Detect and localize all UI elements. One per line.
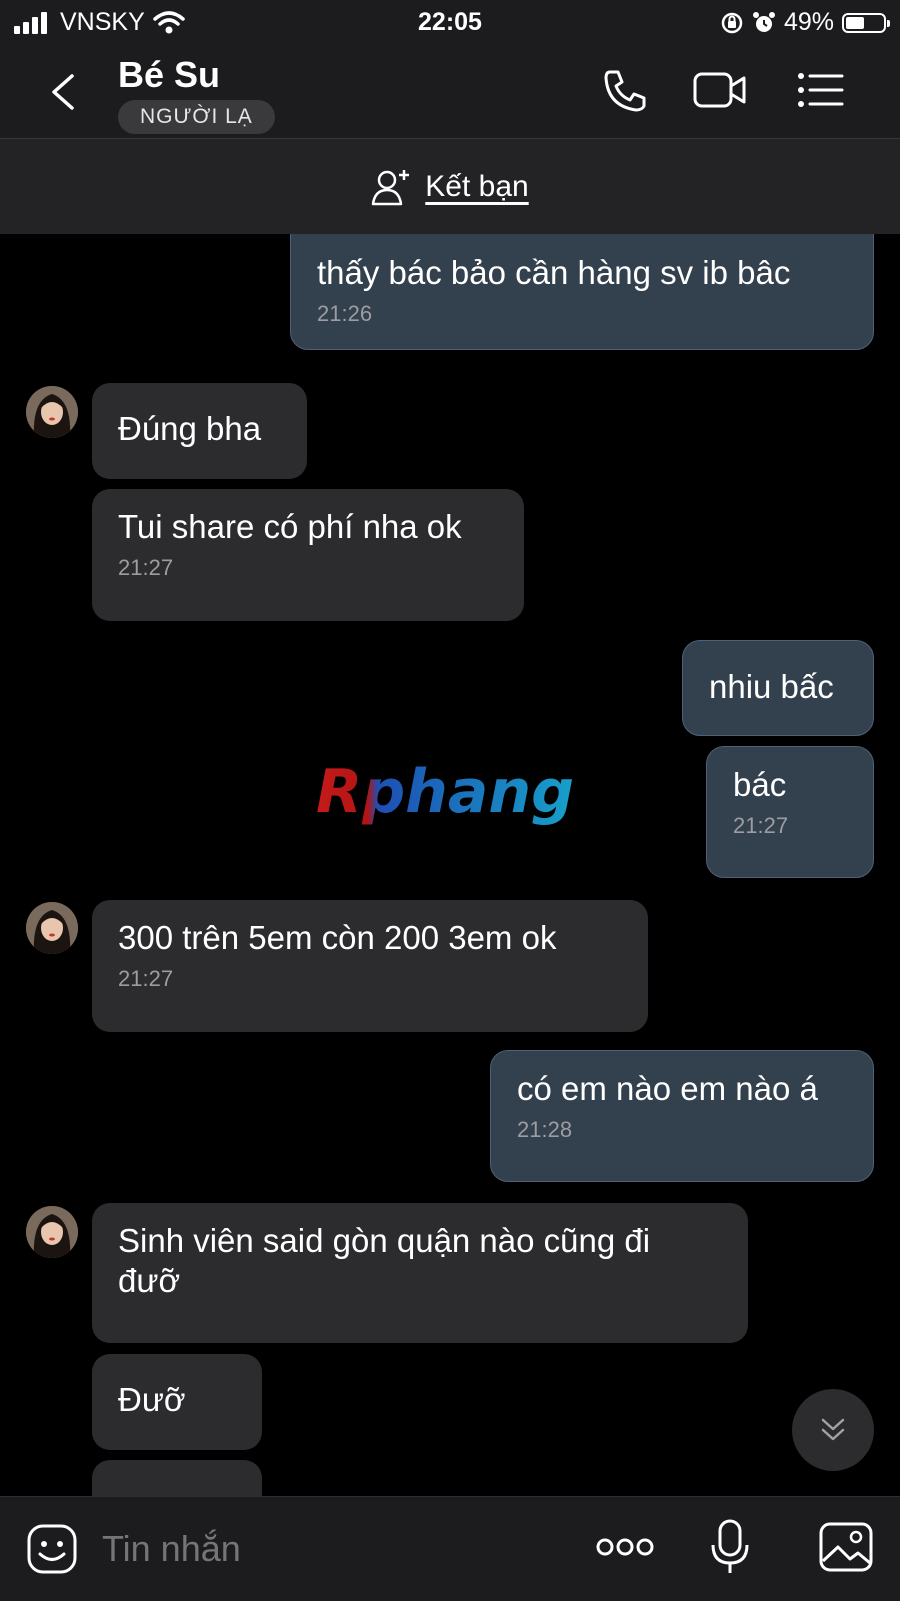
message-bubble[interactable]: nhiu bấc — [682, 640, 874, 736]
watermark-text: Rphang — [316, 757, 574, 827]
contact-name[interactable]: Bé Su — [118, 54, 220, 96]
menu-icon[interactable] — [792, 66, 848, 114]
message-time: 21:28 — [517, 1117, 573, 1142]
more-icon[interactable] — [596, 1535, 654, 1559]
composer-bar — [0, 1496, 900, 1601]
stranger-badge: NGƯỜI LẠ — [118, 100, 275, 134]
chevron-double-down-icon — [821, 1418, 845, 1441]
message-time: 21:26 — [317, 301, 373, 326]
watermark-logo: Rphang — [316, 757, 574, 827]
message-list[interactable]: thấy bác bảo cần hàng sv ib bâc 21:26 Đú… — [0, 234, 900, 1496]
add-friend-icon — [372, 169, 410, 205]
message-bubble[interactable]: Sinh viên said gòn quận nào cũng đi đưỡ — [92, 1203, 748, 1343]
avatar[interactable] — [26, 1206, 78, 1258]
status-bar: VNSKY 22:05 49% — [0, 0, 900, 44]
status-right: 49% — [720, 8, 890, 37]
image-icon[interactable] — [818, 1521, 874, 1573]
message-bubble[interactable]: có em nào em nào á 21:28 — [490, 1050, 874, 1182]
message-bubble[interactable]: Đúng bha — [92, 383, 307, 479]
add-friend-bar[interactable]: Kết bạn — [0, 139, 900, 234]
message-text: bác — [733, 766, 787, 803]
message-text: Sinh viên said gòn quận nào cũng đi đưỡ — [118, 1222, 651, 1299]
emoji-icon[interactable] — [26, 1523, 78, 1575]
battery-percent: 49% — [783, 8, 834, 36]
message-text: nhiu bấc — [709, 668, 834, 705]
message-bubble[interactable]: Tui share có phí nha ok 21:27 — [92, 489, 524, 621]
chat-header: Bé Su NGƯỜI LẠ — [0, 44, 900, 139]
mic-icon[interactable] — [710, 1519, 750, 1575]
message-text: thấy bác bảo cần hàng sv ib bâc — [317, 254, 791, 291]
battery-icon — [842, 12, 890, 33]
alarm-icon — [752, 11, 775, 32]
message-text: có em nào em nào á — [517, 1070, 818, 1107]
message-time: 21:27 — [118, 966, 174, 991]
phone-icon[interactable] — [598, 66, 654, 114]
message-text: Đưỡ — [118, 1381, 186, 1418]
message-time: 21:27 — [733, 813, 789, 838]
message-bubble[interactable]: thấy bác bảo cần hàng sv ib bâc 21:26 — [290, 234, 874, 350]
message-text: Đúng bha — [118, 410, 262, 447]
message-text: 300 trên 5em còn 200 3em ok — [118, 919, 557, 956]
message-input[interactable] — [100, 1523, 564, 1575]
add-friend-label[interactable]: Kết bạn — [425, 170, 528, 204]
message-text: Tui share có phí nha ok — [118, 508, 462, 545]
message-bubble[interactable]: bác 21:27 — [706, 746, 874, 878]
message-bubble[interactable]: 300 trên 5em còn 200 3em ok 21:27 — [92, 900, 648, 1032]
message-bubble[interactable]: Đưỡ — [92, 1354, 262, 1450]
avatar[interactable] — [26, 902, 78, 954]
message-time: 21:27 — [118, 555, 174, 580]
avatar[interactable] — [26, 386, 78, 438]
video-call-icon[interactable] — [692, 66, 748, 114]
orientation-lock-icon — [721, 12, 743, 33]
back-icon[interactable] — [44, 70, 84, 114]
scroll-to-bottom-button[interactable] — [792, 1389, 874, 1471]
message-bubble[interactable] — [92, 1460, 262, 1496]
